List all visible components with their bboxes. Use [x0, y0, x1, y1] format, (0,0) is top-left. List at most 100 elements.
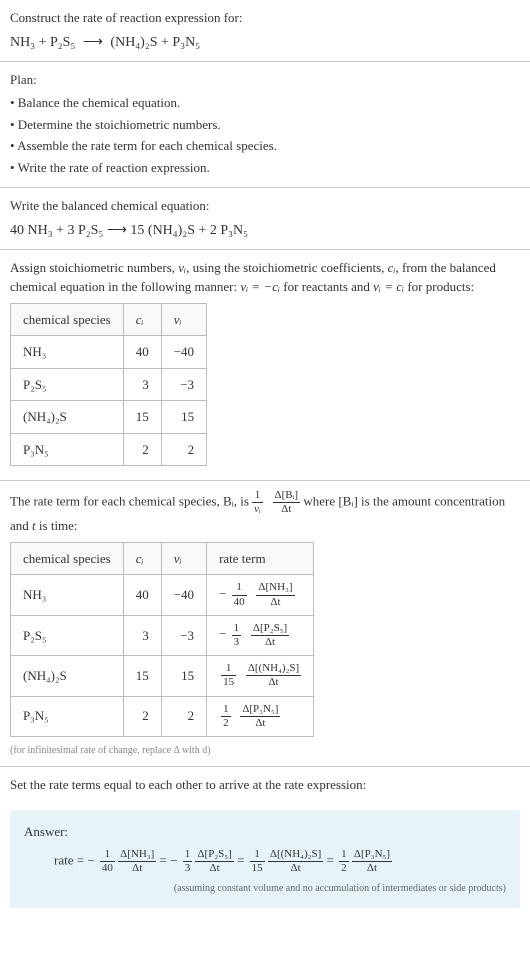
- rel2: νᵢ = cᵢ: [373, 279, 404, 294]
- table-row: P₃N₅ 2 2: [11, 433, 207, 466]
- cell-c: 3: [123, 368, 161, 401]
- plan-section: Plan: • Balance the chemical equation. •…: [0, 62, 530, 188]
- coef-frac: 13: [232, 622, 242, 649]
- delta-frac: Δ[(NH₄)₂S]Δt: [268, 848, 323, 875]
- rate-term-table: chemical species cᵢ νᵢ rate term NH₃ 40 …: [10, 542, 314, 737]
- frac-num: Δ[Bᵢ]: [273, 489, 301, 503]
- cell-nu: −40: [161, 336, 206, 369]
- text: , using the stoichiometric coefficients,: [186, 260, 388, 275]
- rel1: νᵢ = −cᵢ: [240, 279, 280, 294]
- answer-note: (assuming constant volume and no accumul…: [24, 881, 506, 896]
- cell-c: 15: [123, 656, 161, 696]
- plan-list: • Balance the chemical equation. • Deter…: [10, 93, 520, 177]
- balanced-equation: 40 NH₃ + 3 P₂S₅ ⟶ 15 (NH₄)₂S + 2 P₃N₅: [10, 220, 520, 241]
- coef-frac: 115: [221, 662, 236, 689]
- table-row: (NH₄)₂S 15 15 115 Δ[(NH₄)₂S]Δt: [11, 656, 314, 696]
- cell-rate: 12 Δ[P₃N₅]Δt: [207, 696, 314, 736]
- sign: −: [87, 853, 94, 868]
- cell-c: 40: [123, 575, 161, 615]
- coef-frac: 12: [339, 848, 349, 875]
- frac-num: 1: [252, 489, 263, 503]
- c-i: cᵢ: [388, 260, 396, 275]
- cell-c: 2: [123, 433, 161, 466]
- plan-item: • Assemble the rate term for each chemic…: [10, 136, 520, 156]
- table-row: NH₃ 40 −40: [11, 336, 207, 369]
- final-section: Set the rate terms equal to each other t…: [0, 767, 530, 803]
- cell-species: P₃N₅: [11, 696, 124, 736]
- answer-box: Answer: rate = − 140 Δ[NH₃]Δt = − 13 Δ[P…: [10, 810, 520, 908]
- sign: −: [219, 626, 226, 641]
- frac-den: Δt: [273, 503, 301, 516]
- cell-rate: − 13 Δ[P₂S₅]Δt: [207, 615, 314, 655]
- nu-i: νᵢ: [178, 260, 186, 275]
- table-row: P₃N₅ 2 2 12 Δ[P₃N₅]Δt: [11, 696, 314, 736]
- cell-species: P₂S₅: [11, 368, 124, 401]
- coef-frac: 13: [183, 848, 193, 875]
- rate-term-intro: The rate term for each chemical species,…: [10, 489, 520, 536]
- frac-dB-dt: Δ[Bᵢ] Δt: [273, 489, 301, 516]
- cell-species: P₃N₅: [11, 433, 124, 466]
- coef-frac: 12: [221, 703, 231, 730]
- cell-nu: 2: [161, 696, 206, 736]
- cell-nu: 2: [161, 433, 206, 466]
- text: is time:: [36, 518, 78, 533]
- stoich-section: Assign stoichiometric numbers, νᵢ, using…: [0, 250, 530, 481]
- col-species: chemical species: [11, 542, 124, 575]
- rate-prefix: rate =: [54, 853, 87, 868]
- delta-frac: Δ[NH₃]Δt: [118, 848, 156, 875]
- stoich-intro: Assign stoichiometric numbers, νᵢ, using…: [10, 258, 520, 297]
- stoich-table: chemical species cᵢ νᵢ NH₃ 40 −40 P₂S₅ 3…: [10, 303, 207, 467]
- answer-formula: rate = − 140 Δ[NH₃]Δt = − 13 Δ[P₂S₅]Δt =…: [54, 848, 506, 875]
- cell-c: 40: [123, 336, 161, 369]
- eq: =: [327, 853, 338, 868]
- header-equation: NH₃ + P₂S₅ ⟶ (NH₄)₂S + P₃N₅: [10, 32, 520, 53]
- table-row: (NH₄)₂S 15 15: [11, 401, 207, 434]
- cell-nu: −40: [161, 575, 206, 615]
- cell-nu: 15: [161, 401, 206, 434]
- plan-item: • Balance the chemical equation.: [10, 93, 520, 113]
- delta-frac: Δ[NH₃]Δt: [256, 581, 294, 608]
- header-section: Construct the rate of reaction expressio…: [0, 0, 530, 61]
- col-nu: νᵢ: [161, 303, 206, 336]
- eq-lhs: NH₃ + P₂S₅: [10, 35, 75, 50]
- cell-species: NH₃: [11, 575, 124, 615]
- cell-species: NH₃: [11, 336, 124, 369]
- final-title: Set the rate terms equal to each other t…: [10, 775, 520, 795]
- cell-c: 3: [123, 615, 161, 655]
- header-title: Construct the rate of reaction expressio…: [10, 8, 520, 28]
- delta-frac: Δ[P₃N₅]Δt: [352, 848, 392, 875]
- delta-frac: Δ[P₂S₅]Δt: [251, 622, 289, 649]
- answer-label: Answer:: [24, 822, 506, 842]
- plan-item: • Write the rate of reaction expression.: [10, 158, 520, 178]
- eq: =: [160, 853, 171, 868]
- cell-species: (NH₄)₂S: [11, 401, 124, 434]
- balanced-title: Write the balanced chemical equation:: [10, 196, 520, 216]
- text: for products:: [404, 279, 474, 294]
- cell-c: 15: [123, 401, 161, 434]
- frac-1-over-nu: 1 νᵢ: [252, 489, 263, 516]
- cell-rate: − 140 Δ[NH₃]Δt: [207, 575, 314, 615]
- text: for reactants and: [280, 279, 373, 294]
- eq: =: [237, 853, 248, 868]
- table-header-row: chemical species cᵢ νᵢ rate term: [11, 542, 314, 575]
- plan-title: Plan:: [10, 70, 520, 90]
- rate-term-note: (for infinitesimal rate of change, repla…: [10, 743, 520, 758]
- rate-term-section: The rate term for each chemical species,…: [0, 481, 530, 766]
- arrow-icon: ⟶: [83, 32, 103, 53]
- table-header-row: chemical species cᵢ νᵢ: [11, 303, 207, 336]
- sign: −: [170, 853, 177, 868]
- cell-nu: −3: [161, 615, 206, 655]
- delta-frac: Δ[(NH₄)₂S]Δt: [246, 662, 301, 689]
- cell-nu: 15: [161, 656, 206, 696]
- eq-rhs: (NH₄)₂S + P₃N₅: [110, 35, 200, 50]
- table-row: P₂S₅ 3 −3: [11, 368, 207, 401]
- col-rate: rate term: [207, 542, 314, 575]
- cell-c: 2: [123, 696, 161, 736]
- coef-frac: 140: [100, 848, 115, 875]
- sign: −: [219, 586, 226, 601]
- col-c: cᵢ: [123, 542, 161, 575]
- col-species: chemical species: [11, 303, 124, 336]
- text: The rate term for each chemical species,…: [10, 494, 252, 509]
- cell-species: P₂S₅: [11, 615, 124, 655]
- coef-frac: 140: [232, 581, 247, 608]
